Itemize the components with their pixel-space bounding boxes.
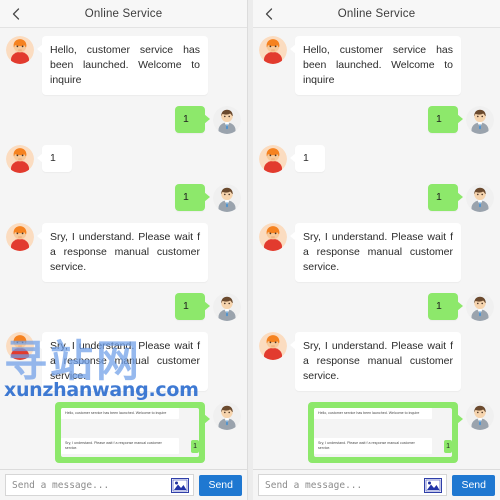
chat-header: Online Service xyxy=(253,0,500,28)
chat-panel-right: Online Service Hello, customer service h… xyxy=(253,0,500,500)
message-row: 1 xyxy=(6,106,241,134)
preview-line: Sry, I understand. Please wait f a respo… xyxy=(61,438,179,454)
picture-icon[interactable] xyxy=(171,477,190,493)
message-list[interactable]: Hello, customer service has been launche… xyxy=(253,28,500,469)
message-list[interactable]: Hello, customer service has been launche… xyxy=(0,28,247,469)
user-avatar xyxy=(213,402,241,430)
preview-badge: 1 xyxy=(444,440,452,453)
page-title: Online Service xyxy=(337,7,416,20)
preview-line: Sry, I understand. Please wait f a respo… xyxy=(314,438,432,454)
message-bubble[interactable]: Sry, I understand. Please wait f a respo… xyxy=(37,332,208,391)
chevron-left-icon[interactable] xyxy=(263,7,275,20)
preview-line: Hello, customer service has been launche… xyxy=(61,408,179,419)
agent-avatar xyxy=(259,223,287,251)
message-bubble[interactable]: Sry, I understand. Please wait f a respo… xyxy=(290,223,461,282)
user-avatar xyxy=(466,293,494,321)
message-row: 1 xyxy=(6,293,241,321)
user-avatar xyxy=(466,184,494,212)
message-composer: Send xyxy=(253,469,500,500)
message-bubble[interactable]: 1 xyxy=(428,184,463,211)
agent-avatar xyxy=(259,332,287,360)
message-input-wrap[interactable] xyxy=(258,474,448,496)
image-message-bubble[interactable]: Hello, customer service has been launche… xyxy=(308,402,463,463)
message-row: Hello, customer service has been launche… xyxy=(6,36,241,95)
message-bubble[interactable]: 1 xyxy=(290,145,325,172)
message-row: 1 xyxy=(259,106,494,134)
user-avatar xyxy=(213,293,241,321)
message-input[interactable] xyxy=(263,478,425,492)
preview-spacer xyxy=(61,422,199,438)
user-avatar xyxy=(466,106,494,134)
message-row: Hello, customer service has been launche… xyxy=(259,36,494,95)
screenshot-preview: Hello, customer service has been launche… xyxy=(61,408,199,457)
message-row: 1 xyxy=(259,145,494,173)
message-bubble[interactable]: 1 xyxy=(175,293,210,320)
agent-avatar xyxy=(6,36,34,64)
message-row: Sry, I understand. Please wait f a respo… xyxy=(6,223,241,282)
chevron-left-icon[interactable] xyxy=(10,7,22,20)
agent-avatar xyxy=(259,36,287,64)
agent-avatar xyxy=(6,145,34,173)
message-bubble[interactable]: Hello, customer service has been launche… xyxy=(290,36,461,95)
message-row: Sry, I understand. Please wait f a respo… xyxy=(6,332,241,391)
dual-panel-stage: Online Service Hello, customer service h… xyxy=(0,0,500,500)
message-row-image: Hello, customer service has been launche… xyxy=(6,402,241,463)
message-row: Sry, I understand. Please wait f a respo… xyxy=(259,332,494,391)
agent-avatar xyxy=(259,145,287,173)
chat-header: Online Service xyxy=(0,0,247,28)
message-row: Sry, I understand. Please wait f a respo… xyxy=(259,223,494,282)
user-avatar xyxy=(213,184,241,212)
message-row: 1 xyxy=(259,293,494,321)
message-bubble[interactable]: Sry, I understand. Please wait f a respo… xyxy=(290,332,461,391)
preview-line: Hello, customer service has been launche… xyxy=(314,408,432,419)
message-input-wrap[interactable] xyxy=(5,474,195,496)
message-bubble[interactable]: Sry, I understand. Please wait f a respo… xyxy=(37,223,208,282)
send-button[interactable]: Send xyxy=(452,474,495,496)
message-bubble[interactable]: 1 xyxy=(175,106,210,133)
message-row-image: Hello, customer service has been launche… xyxy=(259,402,494,463)
chat-panel-left: Online Service Hello, customer service h… xyxy=(0,0,248,500)
message-bubble[interactable]: 1 xyxy=(428,293,463,320)
page-title: Online Service xyxy=(84,7,163,20)
message-row: 1 xyxy=(6,184,241,212)
user-avatar xyxy=(466,402,494,430)
message-bubble[interactable]: 1 xyxy=(175,184,210,211)
agent-avatar xyxy=(6,223,34,251)
message-input[interactable] xyxy=(10,478,172,492)
preview-badge: 1 xyxy=(191,440,199,453)
agent-avatar xyxy=(6,332,34,360)
message-row: 1 xyxy=(6,145,241,173)
message-bubble[interactable]: 1 xyxy=(428,106,463,133)
message-bubble[interactable]: 1 xyxy=(37,145,72,172)
send-button[interactable]: Send xyxy=(199,474,242,496)
preview-spacer xyxy=(314,422,452,438)
message-bubble[interactable]: Hello, customer service has been launche… xyxy=(37,36,208,95)
image-message-bubble[interactable]: Hello, customer service has been launche… xyxy=(55,402,210,463)
screenshot-preview: Hello, customer service has been launche… xyxy=(314,408,452,457)
message-row: 1 xyxy=(259,184,494,212)
user-avatar xyxy=(213,106,241,134)
picture-icon[interactable] xyxy=(424,477,443,493)
message-composer: Send xyxy=(0,469,247,500)
